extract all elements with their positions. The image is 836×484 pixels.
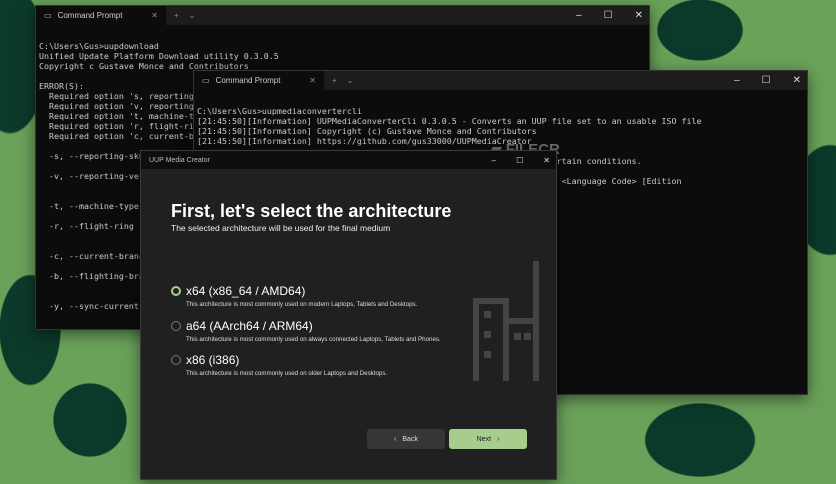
chevron-left-icon: ‹ xyxy=(394,435,397,443)
minimize-icon[interactable]: – xyxy=(734,75,740,86)
option-label: x64 (x86_64 / AMD64) xyxy=(186,284,306,298)
minimize-icon[interactable]: – xyxy=(492,156,496,165)
terminal-line: Unified Update Platform Download utility… xyxy=(39,51,279,61)
building-illustration xyxy=(473,261,539,381)
uup-media-creator-window[interactable]: UUP Media Creator – ☐ ✕ First, let's selec… xyxy=(140,150,557,480)
radio-button[interactable] xyxy=(171,355,181,365)
next-button[interactable]: Next › xyxy=(449,429,527,449)
new-tab-icon[interactable]: + xyxy=(332,76,337,85)
terminal-line: C:\Users\Gus>uupmediaconvertercli xyxy=(197,106,362,116)
terminal-icon: ▭ xyxy=(44,11,52,20)
new-tab-icon[interactable]: + xyxy=(174,11,179,20)
architecture-radio-option[interactable]: a64 (AArch64 / ARM64) xyxy=(171,319,313,333)
minimize-icon[interactable]: – xyxy=(576,10,582,21)
option-description: This architecture is most commonly used … xyxy=(186,301,418,308)
close-icon[interactable]: ✕ xyxy=(635,10,643,21)
back-button[interactable]: ‹ Back xyxy=(367,429,445,449)
tab-command-prompt[interactable]: ▭ Command Prompt ✕ xyxy=(36,6,166,25)
option-description: This architecture is most commonly used … xyxy=(186,336,441,343)
chevron-down-icon[interactable]: ⌄ xyxy=(347,76,354,85)
radio-button[interactable] xyxy=(171,321,181,331)
close-icon[interactable]: ✕ xyxy=(793,75,801,86)
title-bar[interactable]: ▭ Command Prompt ✕ + ⌄ – ☐ ✕ xyxy=(36,6,649,25)
title-bar[interactable]: UUP Media Creator – ☐ ✕ xyxy=(141,151,556,169)
chevron-down-icon[interactable]: ⌄ xyxy=(189,11,196,20)
close-tab-icon[interactable]: ✕ xyxy=(151,11,158,20)
terminal-line: C:\Users\Gus>uupdownload xyxy=(39,41,159,51)
radio-button[interactable] xyxy=(171,286,181,296)
architecture-radio-option[interactable]: x64 (x86_64 / AMD64) xyxy=(171,284,305,298)
option-description: This architecture is most commonly used … xyxy=(186,370,388,377)
title-bar[interactable]: ▭ Command Prompt ✕ + ⌄ – ☐ ✕ xyxy=(194,71,807,90)
architecture-radio-option[interactable]: x86 (i386) xyxy=(171,353,239,367)
option-label: a64 (AArch64 / ARM64) xyxy=(186,319,313,333)
maximize-icon[interactable]: ☐ xyxy=(762,75,771,86)
page-title: First, let's select the architecture xyxy=(171,201,452,221)
close-tab-icon[interactable]: ✕ xyxy=(309,76,316,85)
close-icon[interactable]: ✕ xyxy=(543,156,550,165)
option-label: x86 (i386) xyxy=(186,353,240,367)
page-subtitle: The selected architecture will be used f… xyxy=(171,223,391,233)
terminal-line: [21:45:50][Information] UUPMediaConverte… xyxy=(197,116,702,126)
maximize-icon[interactable]: ☐ xyxy=(516,156,523,165)
chevron-right-icon: › xyxy=(497,435,500,443)
maximize-icon[interactable]: ☐ xyxy=(604,10,613,21)
terminal-line: [21:45:50][Information] Copyright (c) Gu… xyxy=(197,126,537,136)
terminal-icon: ▭ xyxy=(202,76,210,85)
tab-command-prompt[interactable]: ▭ Command Prompt ✕ xyxy=(194,71,324,90)
